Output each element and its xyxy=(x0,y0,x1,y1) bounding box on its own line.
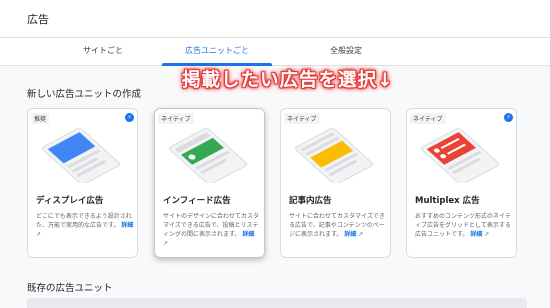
top-app-bar: 広告 xyxy=(0,0,550,38)
card-description: サイトに合わせてカスタマイズできる広告で、記事やコンテンツのページに表示されます… xyxy=(289,213,385,238)
card-title: ディスプレイ広告 xyxy=(36,196,104,206)
tab-by-ad-unit[interactable]: 広告ユニットごと xyxy=(162,45,272,56)
card-description: どこにでも表示できるよう設計された、万能で実用的な広告です。 詳細 ↗ xyxy=(36,213,134,238)
page-title: 広告 xyxy=(27,13,49,26)
external-link-icon: ↗ xyxy=(484,231,490,238)
section-title-existing-ad-units: 既存の広告ユニット xyxy=(27,283,113,294)
in-article-ad-illustration xyxy=(294,128,374,183)
details-link[interactable]: 詳細 xyxy=(344,231,356,238)
ad-type-card-multiplex[interactable]: ネイティブ ⚡ Multiplex 広告 おすすめのコンテンツ形式のネイティブ広… xyxy=(406,108,517,258)
external-link-icon: ↗ xyxy=(358,231,364,238)
details-link[interactable]: 詳細 xyxy=(242,231,254,238)
in-feed-ad-illustration xyxy=(168,128,248,183)
tab-by-site[interactable]: サイトごと xyxy=(48,45,158,56)
details-link[interactable]: 詳細 xyxy=(470,231,482,238)
tab-general-settings[interactable]: 全般設定 xyxy=(291,45,401,56)
details-link[interactable]: 詳細 xyxy=(121,222,133,229)
section-title-new-ad-unit: 新しい広告ユニットの作成 xyxy=(27,89,142,100)
existing-ad-units-table-header xyxy=(27,298,527,308)
ad-type-card-in-feed[interactable]: ネイティブ インフィード広告 サイトのデザインに合わせてカスタマイズできる広告で… xyxy=(154,108,265,258)
multiplex-ad-illustration xyxy=(420,128,500,183)
bolt-icon: ⚡ xyxy=(504,113,513,122)
external-link-icon: ↗ xyxy=(36,231,42,238)
external-link-icon: ↗ xyxy=(163,240,169,247)
card-title: 記事内広告 xyxy=(289,196,332,206)
ad-type-card-in-article[interactable]: ネイティブ 記事内広告 サイトに合わせてカスタマイズできる広告で、記事やコンテン… xyxy=(280,108,391,258)
card-title: インフィード広告 xyxy=(163,196,231,206)
card-description: サイトのデザインに合わせてカスタマイズできる広告で、投稿とリスティングの間に表示… xyxy=(163,213,260,247)
card-description: おすすめのコンテンツ形式のネイティブ広告をグリッドとして表示する広告ユニットです… xyxy=(415,213,511,238)
bolt-icon: ⚡ xyxy=(125,113,134,122)
annotation-overlay-text: 掲載したい広告を選択↓ xyxy=(182,70,394,91)
card-title: Multiplex 広告 xyxy=(415,196,480,206)
display-ad-illustration xyxy=(41,128,121,183)
tab-bar: サイトごと 広告ユニットごと 全般設定 xyxy=(0,38,550,66)
ad-type-card-display[interactable]: 推奨 ⚡ ディスプレイ広告 どこにでも表示できるよう設計された、万能で実用的な広… xyxy=(27,108,138,258)
